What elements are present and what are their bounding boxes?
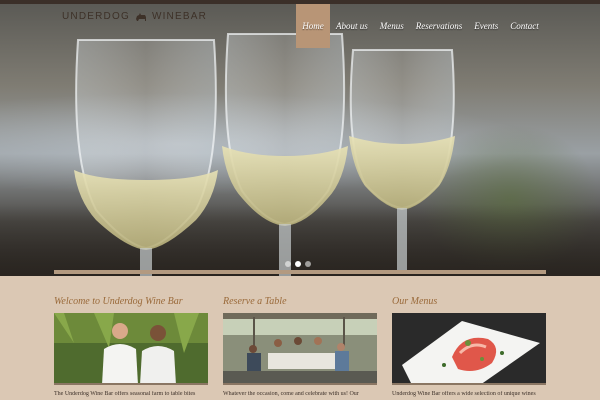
wine-glass-center	[222, 33, 348, 276]
patio-dining-photo[interactable]	[223, 313, 377, 385]
feature-welcome: Welcome to Underdog Wine Bar The Underdo…	[54, 296, 208, 400]
nav-about-us[interactable]: About us	[330, 4, 374, 48]
hero-bottom-bar	[54, 270, 546, 274]
feature-reserve: Reserve a Table Whatever the occasion, c…	[223, 296, 377, 400]
chefs-photo[interactable]	[54, 313, 208, 385]
nav-reservations[interactable]: Reservations	[410, 4, 469, 48]
nav-contact[interactable]: Contact	[504, 4, 545, 48]
feature-title[interactable]: Our Menus	[392, 296, 546, 307]
feature-text: The Underdog Wine Bar offers seasonal fa…	[54, 391, 196, 397]
site-logo[interactable]: UNDERDOG WINEBAR	[62, 11, 207, 22]
feature-text: Whatever the occasion, come and celebrat…	[223, 391, 359, 397]
plated-dish-photo[interactable]	[392, 313, 546, 385]
slide-indicators	[285, 261, 311, 267]
logo-text-main: UNDERDOG	[62, 11, 130, 22]
wine-glass-left	[74, 39, 218, 276]
nav-home[interactable]: Home	[296, 4, 330, 48]
wine-glass-right	[349, 49, 455, 274]
slide-dot[interactable]	[305, 261, 311, 267]
feature-title[interactable]: Welcome to Underdog Wine Bar	[54, 296, 208, 307]
slide-dot[interactable]	[285, 261, 291, 267]
nav-menus[interactable]: Menus	[374, 4, 410, 48]
feature-title[interactable]: Reserve a Table	[223, 296, 377, 307]
slide-dot-active[interactable]	[295, 261, 301, 267]
nav-events[interactable]: Events	[468, 4, 504, 48]
dog-icon	[135, 12, 146, 21]
main-nav: Home About us Menus Reservations Events …	[296, 4, 545, 48]
feature-text: Underdog Wine Bar offers a wide selectio…	[392, 391, 536, 397]
feature-columns: Welcome to Underdog Wine Bar The Underdo…	[54, 296, 546, 400]
logo-text-bar: WINEBAR	[151, 11, 208, 22]
feature-menus: Our Menus Underdog Wine Bar offers a wid…	[392, 296, 546, 400]
